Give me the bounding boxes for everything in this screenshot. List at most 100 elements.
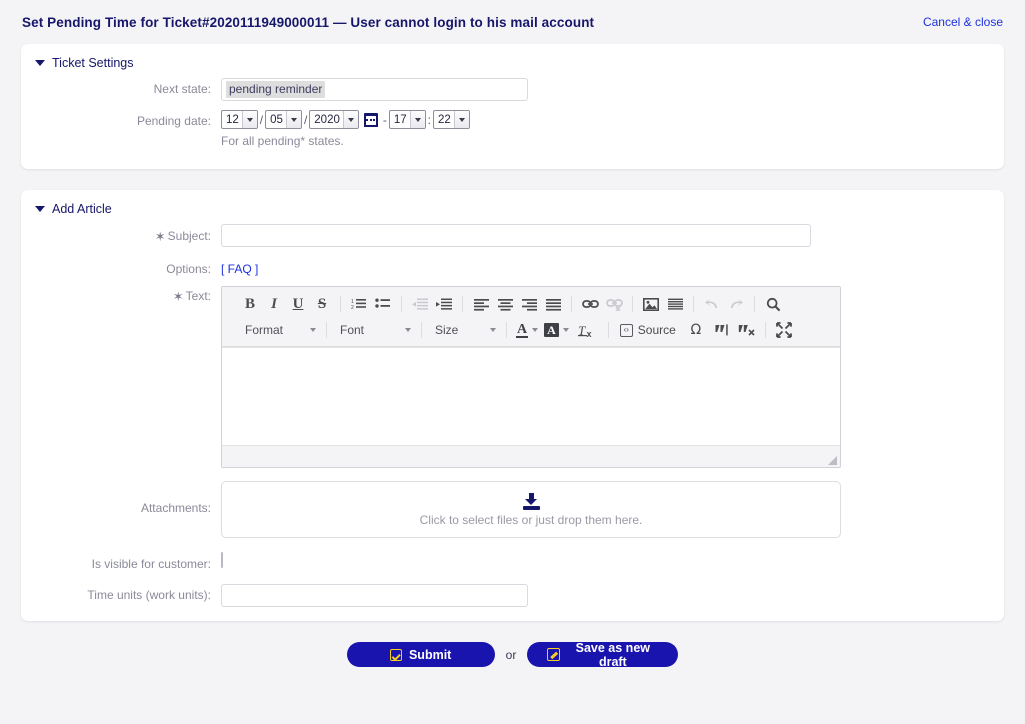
- toolbar-divider: [326, 322, 327, 338]
- source-icon[interactable]: ‹› Source: [615, 319, 681, 341]
- ticket-settings-panel: Ticket Settings Next state: pending remi…: [21, 44, 1004, 169]
- chevron-down-icon: [342, 111, 358, 128]
- chevron-down-icon: [490, 328, 496, 332]
- submit-button-label: Submit: [408, 647, 452, 662]
- toolbar-divider: [754, 296, 755, 312]
- editor-resize-handle[interactable]: [828, 456, 837, 465]
- justify-icon[interactable]: [541, 293, 565, 315]
- required-asterisk-icon: ✶: [172, 289, 184, 304]
- time-units-label: Time units (work units):: [87, 588, 211, 602]
- strikethrough-icon[interactable]: S: [310, 293, 334, 315]
- size-dropdown[interactable]: Size: [428, 319, 500, 341]
- pending-date-minute-select[interactable]: 22: [433, 110, 470, 129]
- indent-icon[interactable]: [432, 293, 456, 315]
- bulleted-list-icon[interactable]: [371, 293, 395, 315]
- editor-toolbar: B I U S 12 Format Font Size A A T x ‹› S…: [222, 287, 840, 347]
- pending-date-day-select[interactable]: 12: [221, 110, 258, 129]
- checkbox-checked-icon: [389, 648, 402, 661]
- subject-row: ✶ Subject:: [21, 224, 1004, 247]
- source-box-glyph: ‹›: [619, 323, 633, 337]
- pending-date-month-value: 05: [270, 113, 283, 126]
- pending-date-hint: For all pending* states.: [221, 134, 344, 148]
- find-icon[interactable]: [761, 293, 785, 315]
- calendar-icon[interactable]: [363, 112, 378, 127]
- background-color-icon[interactable]: A: [541, 319, 572, 341]
- svg-text:2: 2: [351, 305, 354, 311]
- subject-label-text: Subject:: [167, 229, 211, 243]
- add-article-header[interactable]: Add Article: [21, 200, 1004, 224]
- toolbar-divider: [462, 296, 463, 312]
- text-label-text: Text:: [185, 289, 211, 303]
- cancel-and-close-link[interactable]: Cancel & close: [923, 15, 1003, 29]
- text-color-icon[interactable]: A: [513, 319, 541, 341]
- chevron-down-icon: [532, 328, 539, 332]
- chevron-down-icon: [409, 111, 425, 128]
- pending-date-year-select[interactable]: 2020: [309, 110, 359, 129]
- next-state-select[interactable]: pending reminder: [221, 78, 528, 101]
- outdent-icon[interactable]: [408, 293, 432, 315]
- blockquote-remove-icon[interactable]: [735, 319, 759, 341]
- toolbar-divider: [421, 322, 422, 338]
- attachment-dropzone[interactable]: Click to select files or just drop them …: [221, 481, 841, 538]
- submit-button[interactable]: Submit: [346, 642, 495, 667]
- pending-date-day-value: 12: [226, 113, 239, 126]
- time-separator: :: [427, 112, 432, 127]
- pending-date-minute-value: 22: [438, 113, 451, 126]
- format-dropdown[interactable]: Format: [238, 319, 320, 341]
- special-character-icon[interactable]: Ω: [681, 319, 711, 341]
- pending-date-row: Pending date: 12 / 05 / 2020 - 17: 22 F…: [21, 110, 1004, 148]
- save-as-new-draft-button[interactable]: Save as new draft: [527, 641, 679, 669]
- page-title: Set Pending Time for Ticket#202011194900…: [22, 14, 595, 30]
- pending-date-hour-value: 17: [393, 113, 407, 126]
- pending-date-month-select[interactable]: 05: [265, 110, 302, 129]
- italic-icon[interactable]: I: [262, 293, 286, 315]
- time-units-input[interactable]: [221, 584, 528, 607]
- toolbar-divider: [401, 296, 402, 312]
- form-footer: Submit or Save as new draft: [0, 641, 1025, 669]
- font-dropdown-label: Font: [340, 323, 365, 337]
- source-label: Source: [637, 323, 676, 337]
- download-tray-icon: [522, 492, 541, 510]
- toolbar-divider: [506, 322, 507, 338]
- numbered-list-icon[interactable]: 12: [347, 293, 371, 315]
- undo-icon[interactable]: [700, 293, 724, 315]
- ticket-settings-header[interactable]: Ticket Settings: [21, 54, 1004, 78]
- visible-for-customer-row: Is visible for customer:: [21, 552, 1004, 571]
- pending-date-year-value: 2020: [314, 113, 340, 126]
- editor-toolbar-row-1: B I U S 12: [224, 291, 838, 317]
- pending-date-hour-select[interactable]: 17: [388, 110, 426, 129]
- image-icon[interactable]: [639, 293, 663, 315]
- faq-link[interactable]: [ FAQ ]: [221, 262, 258, 276]
- link-icon[interactable]: [578, 293, 602, 315]
- underline-icon[interactable]: U: [286, 293, 310, 315]
- remove-format-icon[interactable]: Tx: [572, 319, 602, 341]
- text-row: ✶ Text: B I U S 12 Format Font Size A A …: [21, 286, 1004, 468]
- ticket-settings-title: Ticket Settings: [52, 56, 134, 70]
- horizontal-rule-icon[interactable]: [663, 293, 687, 315]
- next-state-label: Next state:: [153, 82, 211, 96]
- options-label: Options:: [166, 262, 211, 276]
- editor-footer: [222, 445, 840, 467]
- attachments-row: Attachments: Click to select files or ju…: [21, 481, 1004, 538]
- unlink-icon[interactable]: [602, 293, 626, 315]
- collapse-triangle-icon: [35, 206, 45, 212]
- blockquote-add-icon[interactable]: [711, 319, 735, 341]
- visible-for-customer-checkbox[interactable]: [221, 552, 223, 568]
- maximize-icon[interactable]: [772, 319, 796, 341]
- visible-for-customer-label: Is visible for customer:: [91, 557, 211, 571]
- subject-label: ✶ Subject:: [21, 224, 221, 244]
- align-center-icon[interactable]: [493, 293, 517, 315]
- chevron-down-icon: [562, 328, 569, 332]
- date-separator-1: /: [259, 112, 264, 127]
- editor-content-area[interactable]: [222, 347, 840, 445]
- options-row: Options: [ FAQ ]: [21, 258, 1004, 276]
- redo-icon[interactable]: [724, 293, 748, 315]
- align-right-icon[interactable]: [517, 293, 541, 315]
- subject-input[interactable]: [221, 224, 811, 247]
- font-dropdown[interactable]: Font: [333, 319, 415, 341]
- align-left-icon[interactable]: [469, 293, 493, 315]
- add-article-panel: Add Article ✶ Subject: Options: [ FAQ ] ✶…: [21, 190, 1004, 621]
- date-time-separator: -: [382, 112, 387, 127]
- time-units-row: Time units (work units):: [21, 584, 1004, 607]
- bold-icon[interactable]: B: [238, 293, 262, 315]
